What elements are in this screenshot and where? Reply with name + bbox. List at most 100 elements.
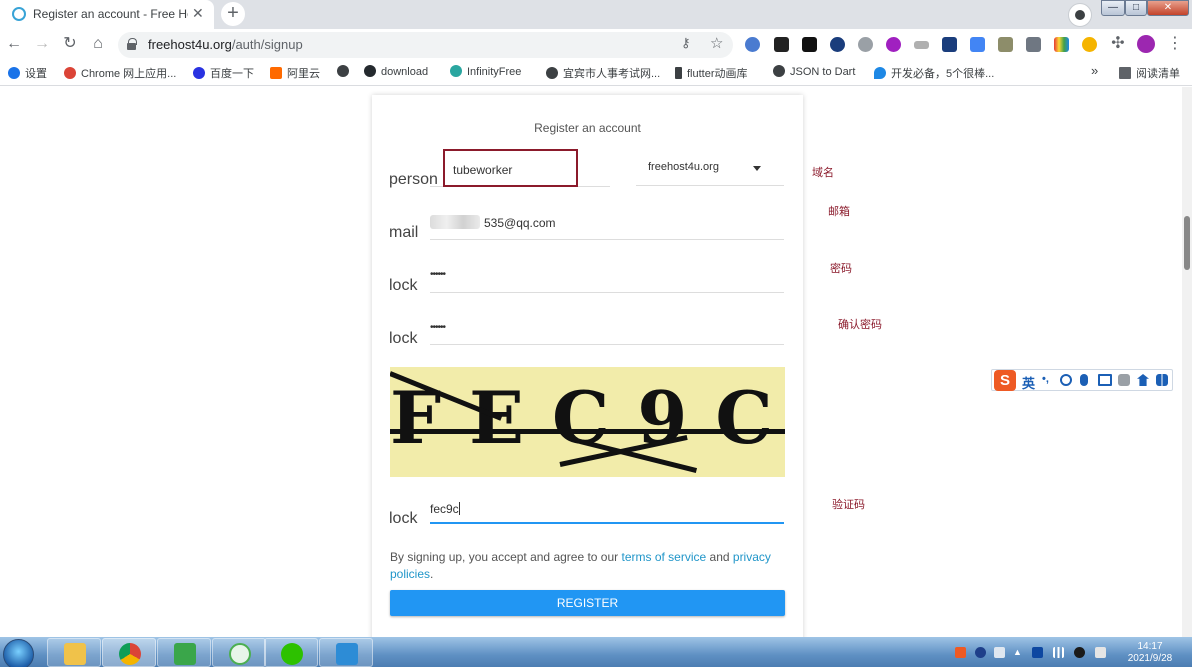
taskbar-vscode[interactable] bbox=[319, 638, 373, 667]
skin-shirt-icon[interactable] bbox=[1137, 374, 1149, 386]
new-tab-button[interactable]: + bbox=[221, 2, 245, 26]
tab-register[interactable]: Register an account - Free Ho ✕ bbox=[0, 0, 214, 29]
extension-icon[interactable] bbox=[802, 37, 817, 52]
bookmark-item[interactable]: Chrome 网上应用... bbox=[64, 65, 176, 81]
lock-label: lock bbox=[389, 277, 418, 294]
extension-icon[interactable] bbox=[1054, 37, 1069, 52]
domain-select[interactable]: freehost4u.org bbox=[636, 155, 784, 186]
github-icon bbox=[364, 65, 376, 77]
username-input[interactable]: tubeworker bbox=[443, 149, 578, 187]
close-window-button[interactable]: ✕ bbox=[1147, 0, 1189, 16]
clock-date: 2021/9/28 bbox=[1127, 653, 1173, 664]
start-button[interactable] bbox=[3, 639, 34, 667]
globe-icon bbox=[337, 65, 349, 77]
bookmark-item[interactable]: 开发必备，5个很棒... bbox=[874, 65, 994, 81]
bookmark-item[interactable]: JSON to Dart bbox=[773, 65, 855, 78]
extension-icon[interactable] bbox=[886, 37, 901, 52]
bookmark-item[interactable]: 宜宾市人事考试网... bbox=[546, 65, 660, 81]
extension-icon[interactable] bbox=[998, 37, 1013, 52]
terms-of-service-link[interactable]: terms of service bbox=[622, 550, 707, 564]
speaker-tray-icon[interactable] bbox=[1095, 647, 1106, 658]
taskbar-wechat[interactable] bbox=[264, 638, 318, 667]
lock-icon[interactable] bbox=[127, 38, 137, 50]
extension-icon[interactable] bbox=[1026, 37, 1041, 52]
minimize-button[interactable]: — bbox=[1101, 0, 1125, 16]
forward-icon[interactable]: → bbox=[32, 34, 52, 54]
toolbox-grid-icon[interactable] bbox=[1156, 374, 1168, 386]
captcha-text: FEC9C bbox=[390, 375, 785, 460]
chrome-store-icon bbox=[64, 67, 76, 79]
tray-clock[interactable]: 14:17 2021/9/28 bbox=[1120, 641, 1180, 665]
captcha-image[interactable]: FEC9C bbox=[390, 367, 785, 477]
clock-time: 14:17 bbox=[1137, 641, 1163, 652]
reading-list-button[interactable]: 阅读清单 bbox=[1119, 65, 1180, 81]
extension-icon[interactable] bbox=[830, 37, 845, 52]
taskbar-chrome[interactable] bbox=[102, 638, 156, 667]
mail-label: mail bbox=[389, 224, 419, 241]
sogou-logo-icon[interactable]: S bbox=[994, 370, 1016, 391]
ime-punctuation-toggle[interactable]: •, bbox=[1042, 373, 1049, 385]
bookmark-item[interactable]: 阿里云 bbox=[270, 65, 320, 81]
scrollbar[interactable] bbox=[1182, 87, 1192, 637]
bookmark-item[interactable]: 设置 bbox=[8, 65, 47, 81]
keyboard-icon[interactable] bbox=[1098, 374, 1112, 386]
extension-icon[interactable] bbox=[858, 37, 873, 52]
lock-label: lock bbox=[389, 510, 418, 527]
extension-icon[interactable] bbox=[970, 37, 985, 52]
extension-icon[interactable] bbox=[942, 37, 957, 52]
bookmark-item[interactable]: 百度一下 bbox=[193, 65, 254, 81]
bluetooth-tray-icon[interactable] bbox=[1074, 647, 1085, 658]
extension-icon[interactable] bbox=[745, 37, 760, 52]
address-bar[interactable]: freehost4u.org/auth/signup ⚷ ☆ bbox=[118, 32, 733, 58]
wechat-devtools-icon bbox=[229, 643, 251, 665]
microphone-icon[interactable] bbox=[1080, 374, 1088, 386]
bookmarks-overflow-icon[interactable]: » bbox=[1091, 63, 1098, 78]
bookmark-star-icon[interactable]: ☆ bbox=[710, 34, 723, 52]
windows-taskbar: ▲ 14:17 2021/9/28 bbox=[0, 637, 1192, 667]
puzzle-extensions-icon[interactable]: ✣ bbox=[1108, 34, 1128, 54]
show-hidden-icons[interactable]: ▲ bbox=[1013, 647, 1024, 658]
ime-language-toggle[interactable]: 英 bbox=[1022, 373, 1035, 392]
extension-icon[interactable] bbox=[774, 37, 789, 52]
bookmark-item[interactable]: InfinityFree bbox=[450, 65, 521, 78]
sogou-tray-icon[interactable] bbox=[955, 647, 966, 658]
url-text[interactable]: freehost4u.org/auth/signup bbox=[148, 37, 303, 52]
taskbar-hbuilder[interactable] bbox=[157, 638, 211, 667]
bookmark-item[interactable] bbox=[337, 65, 354, 78]
home-icon[interactable]: ⌂ bbox=[88, 34, 108, 54]
tab-close-icon[interactable]: ✕ bbox=[192, 5, 204, 22]
register-button[interactable]: REGISTER bbox=[390, 590, 785, 616]
taskbar-wechat-dev[interactable] bbox=[212, 638, 266, 667]
scrollbar-thumb[interactable] bbox=[1184, 216, 1190, 270]
bookmark-item[interactable]: download bbox=[364, 65, 428, 78]
menu-dots-icon[interactable]: ⋮ bbox=[1165, 34, 1185, 54]
avatar[interactable] bbox=[1137, 35, 1155, 53]
annotation-email: 邮箱 bbox=[828, 206, 850, 218]
aliyun-icon bbox=[270, 67, 282, 79]
tab-search-icon[interactable] bbox=[1068, 3, 1092, 27]
password-input[interactable]: •••••• bbox=[430, 269, 446, 280]
reload-icon[interactable]: ↻ bbox=[60, 34, 80, 54]
shield-tray-icon[interactable] bbox=[1032, 647, 1043, 658]
bookmark-item[interactable]: flutter动画库 bbox=[675, 65, 748, 81]
site-favicon-icon bbox=[12, 7, 26, 21]
usb-tray-icon[interactable] bbox=[994, 647, 1005, 658]
email-input[interactable]: 535@qq.com bbox=[484, 216, 556, 230]
terms-text: By signing up, you accept and agree to o… bbox=[390, 550, 771, 581]
baidu-icon bbox=[193, 67, 205, 79]
password-underline bbox=[430, 292, 784, 293]
maximize-button[interactable]: □ bbox=[1125, 0, 1147, 16]
extension-icon[interactable] bbox=[914, 41, 929, 49]
password-key-icon[interactable]: ⚷ bbox=[681, 35, 691, 51]
confirm-password-input[interactable]: •••••• bbox=[430, 322, 446, 333]
help-tray-icon[interactable] bbox=[975, 647, 986, 658]
lock-label: lock bbox=[389, 330, 418, 347]
captcha-input[interactable]: fec9c bbox=[430, 495, 784, 524]
extension-icon[interactable] bbox=[1082, 37, 1097, 52]
network-tray-icon[interactable] bbox=[1053, 647, 1064, 658]
back-icon[interactable]: ← bbox=[4, 34, 24, 54]
globe-icon bbox=[546, 67, 558, 79]
taskbar-explorer[interactable] bbox=[47, 638, 101, 667]
user-icon[interactable] bbox=[1118, 374, 1130, 386]
emoji-icon[interactable] bbox=[1060, 374, 1072, 386]
